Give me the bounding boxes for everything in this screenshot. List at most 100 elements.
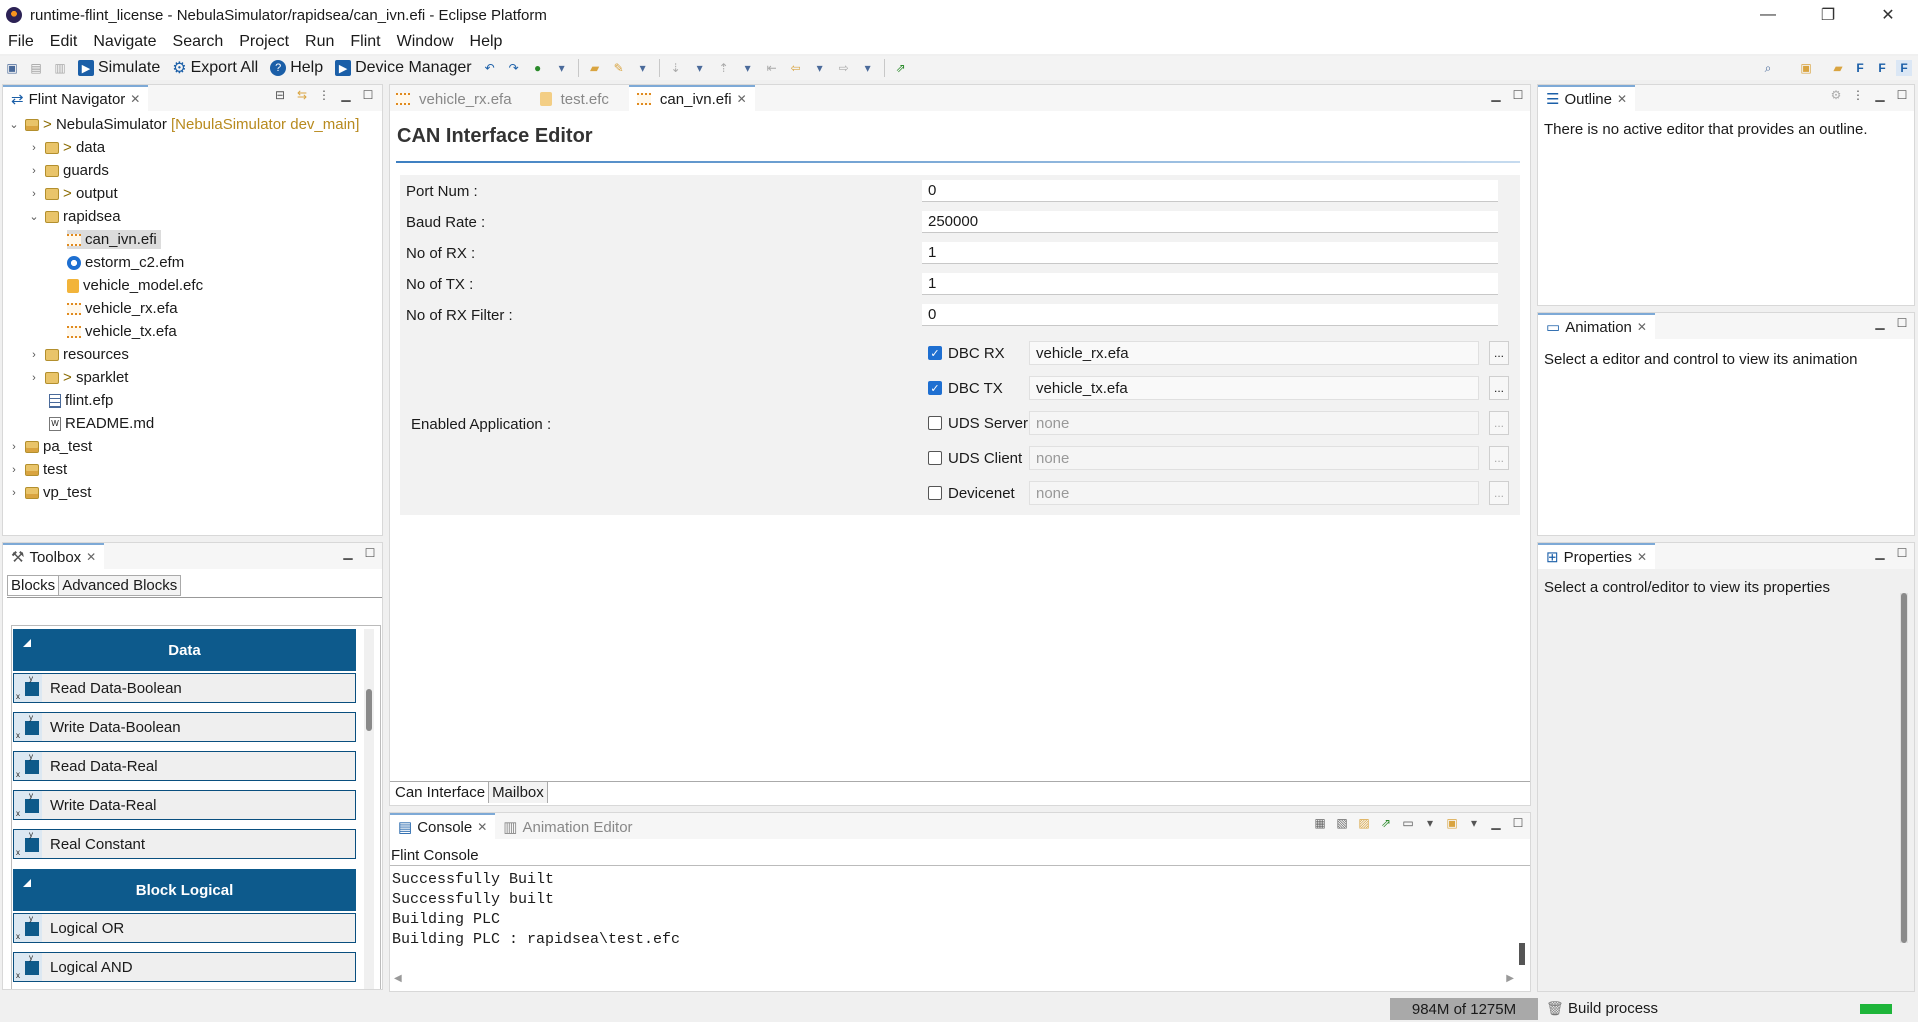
maximize-icon[interactable]: ☐ (364, 546, 376, 560)
menu-flint[interactable]: Flint (342, 33, 388, 51)
tab-properties[interactable]: ⊞ Properties ✕ (1538, 543, 1656, 569)
run-config-icon[interactable]: ● (530, 60, 546, 76)
dropdown-arrow-icon[interactable]: ▾ (860, 60, 876, 76)
dropdown-arrow-icon[interactable]: ▾ (692, 60, 708, 76)
console-hscroll[interactable]: ◀ ▶ (394, 973, 1514, 987)
tab-can-ivn[interactable]: can_ivn.efi ✕ (628, 85, 755, 111)
page-tab-mailbox[interactable]: Mailbox (489, 782, 548, 803)
dbc-tx-checkbox[interactable]: ✓ (928, 381, 942, 395)
uds-server-checkbox-row[interactable]: UDS Server (928, 411, 1028, 435)
dbc-rx-checkbox-row[interactable]: ✓ DBC RX (928, 341, 1005, 365)
tree-item-resources[interactable]: › resources (29, 345, 129, 364)
chevron-right-icon[interactable]: › (9, 441, 19, 453)
subtab-advanced-blocks[interactable]: Advanced Blocks (59, 575, 182, 596)
flint-active-perspective-icon[interactable]: F (1896, 60, 1912, 76)
undo-icon[interactable]: ↶ (482, 60, 498, 76)
tab-animation[interactable]: ▭ Animation ✕ (1538, 313, 1655, 339)
close-icon[interactable]: ✕ (86, 550, 96, 564)
page-tab-can-interface[interactable]: Can Interface (392, 782, 490, 803)
minimize-button[interactable]: — (1738, 0, 1798, 30)
maximize-icon[interactable]: ☐ (1896, 546, 1908, 560)
toolbox-item-logical-and[interactable]: xy Logical AND (13, 952, 356, 982)
open-folder-icon[interactable]: ▰ (587, 60, 603, 76)
dbc-rx-field[interactable]: vehicle_rx.efa (1029, 341, 1479, 365)
tab-toolbox[interactable]: ⚒ Toolbox ✕ (3, 543, 105, 569)
export-all-button[interactable]: ⚙ Export All (172, 58, 258, 78)
maximize-icon[interactable]: ☐ (362, 88, 374, 102)
dropdown-arrow-icon[interactable]: ▾ (554, 60, 570, 76)
collapse-triangle-icon[interactable] (23, 879, 31, 887)
properties-scrollbar[interactable] (1900, 593, 1908, 943)
tree-item-data[interactable]: › > data (29, 138, 105, 157)
link-editor-icon[interactable]: ⇆ (296, 88, 308, 102)
device-manager-button[interactable]: ▶ Device Manager (335, 59, 472, 77)
save-icon[interactable]: ▤ (28, 60, 44, 76)
tree-item-pa-test[interactable]: › pa_test (9, 437, 92, 456)
tab-animation-editor[interactable]: ▥ Animation Editor (495, 813, 641, 839)
perspective-folder-icon[interactable]: ▰ (1830, 60, 1846, 76)
tab-flint-navigator[interactable]: ⇄ Flint Navigator ✕ (3, 85, 149, 111)
tree-item-flint-efp[interactable]: flint.efp (49, 391, 113, 410)
dbc-rx-browse-button[interactable]: ... (1489, 341, 1509, 365)
toolbox-item-read-data-real[interactable]: xy Read Data-Real (13, 751, 356, 781)
chevron-right-icon[interactable]: › (29, 188, 39, 200)
uds-client-checkbox-row[interactable]: UDS Client (928, 446, 1022, 470)
scrollbar-thumb[interactable] (1519, 943, 1525, 965)
toolbox-item-write-data-boolean[interactable]: xy Write Data-Boolean (13, 712, 356, 742)
port-num-field[interactable] (922, 180, 1498, 202)
tree-item-sparklet[interactable]: › > sparklet (29, 368, 128, 387)
subtab-blocks[interactable]: Blocks (7, 575, 60, 596)
forward-icon[interactable]: ⇨ (836, 60, 852, 76)
maximize-icon[interactable]: ☐ (1512, 88, 1524, 102)
uds-client-checkbox[interactable] (928, 451, 942, 465)
group-header-data[interactable]: Data (13, 629, 356, 671)
scroll-right-icon[interactable]: ▶ (1506, 973, 1514, 987)
menu-navigate[interactable]: Navigate (85, 33, 164, 51)
tree-item-test[interactable]: › test (9, 460, 67, 479)
tab-console[interactable]: ▤ Console ✕ (390, 813, 496, 839)
toolbox-scrollbar[interactable] (364, 629, 374, 989)
tab-vehicle-rx[interactable]: vehicle_rx.efa (390, 85, 520, 111)
close-icon[interactable]: ✕ (477, 820, 487, 834)
minimize-icon[interactable]: ▁ (342, 546, 354, 560)
save-all-icon[interactable]: ▥ (52, 60, 68, 76)
help-button[interactable]: ? Help (270, 59, 323, 77)
tree-item-output[interactable]: › > output (29, 184, 118, 203)
open-perspective-icon[interactable]: ▣ (1798, 60, 1814, 76)
pin-editor-icon[interactable]: ⇗ (893, 60, 909, 76)
menu-window[interactable]: Window (389, 33, 462, 51)
focus-icon[interactable]: ⚙ (1830, 88, 1842, 102)
menu-help[interactable]: Help (462, 33, 511, 51)
wand-icon[interactable]: ✎ (611, 60, 627, 76)
tree-item-vehicle-rx[interactable]: vehicle_rx.efa (67, 299, 178, 318)
back-icon[interactable]: ⇦ (788, 60, 804, 76)
view-menu-icon[interactable]: ⋮ (318, 88, 330, 102)
collapse-all-icon[interactable]: ⊟ (274, 88, 286, 102)
minimize-icon[interactable]: ▁ (1874, 88, 1886, 102)
tree-item-vp-test[interactable]: › vp_test (9, 483, 91, 502)
baud-rate-field[interactable] (922, 211, 1498, 233)
clear-console-icon[interactable]: ▦ (1314, 816, 1326, 830)
tree-item-rapidsea[interactable]: ⌄ rapidsea (29, 207, 120, 226)
minimize-icon[interactable]: ▁ (1490, 816, 1502, 830)
collapse-triangle-icon[interactable] (23, 639, 31, 647)
tree-item-readme[interactable]: W README.md (49, 414, 154, 433)
toolbox-item-read-data-boolean[interactable]: xy Read Data-Boolean (13, 673, 356, 703)
minimize-icon[interactable]: ▁ (1874, 316, 1886, 330)
menu-project[interactable]: Project (231, 33, 297, 51)
trash-icon[interactable]: 🗑 (1546, 1000, 1564, 1017)
scroll-left-icon[interactable]: ◀ (394, 973, 402, 987)
chevron-right-icon[interactable]: › (9, 487, 19, 499)
tree-item-estorm[interactable]: estorm_c2.efm (67, 253, 184, 272)
close-icon[interactable]: ✕ (737, 92, 747, 106)
dbc-tx-checkbox-row[interactable]: ✓ DBC TX (928, 376, 1003, 400)
prev-annotation-icon[interactable]: ⇡ (716, 60, 732, 76)
no-of-tx-field[interactable] (922, 273, 1498, 295)
dropdown-arrow-icon[interactable]: ▾ (740, 60, 756, 76)
tab-test-efc[interactable]: test.efc (531, 85, 617, 111)
word-wrap-icon[interactable]: ▨ (1358, 816, 1370, 830)
close-icon[interactable]: ✕ (1617, 92, 1627, 106)
minimize-icon[interactable]: ▁ (1490, 88, 1502, 102)
console-vscroll[interactable] (1516, 867, 1528, 977)
scroll-lock-icon[interactable]: ▧ (1336, 816, 1348, 830)
